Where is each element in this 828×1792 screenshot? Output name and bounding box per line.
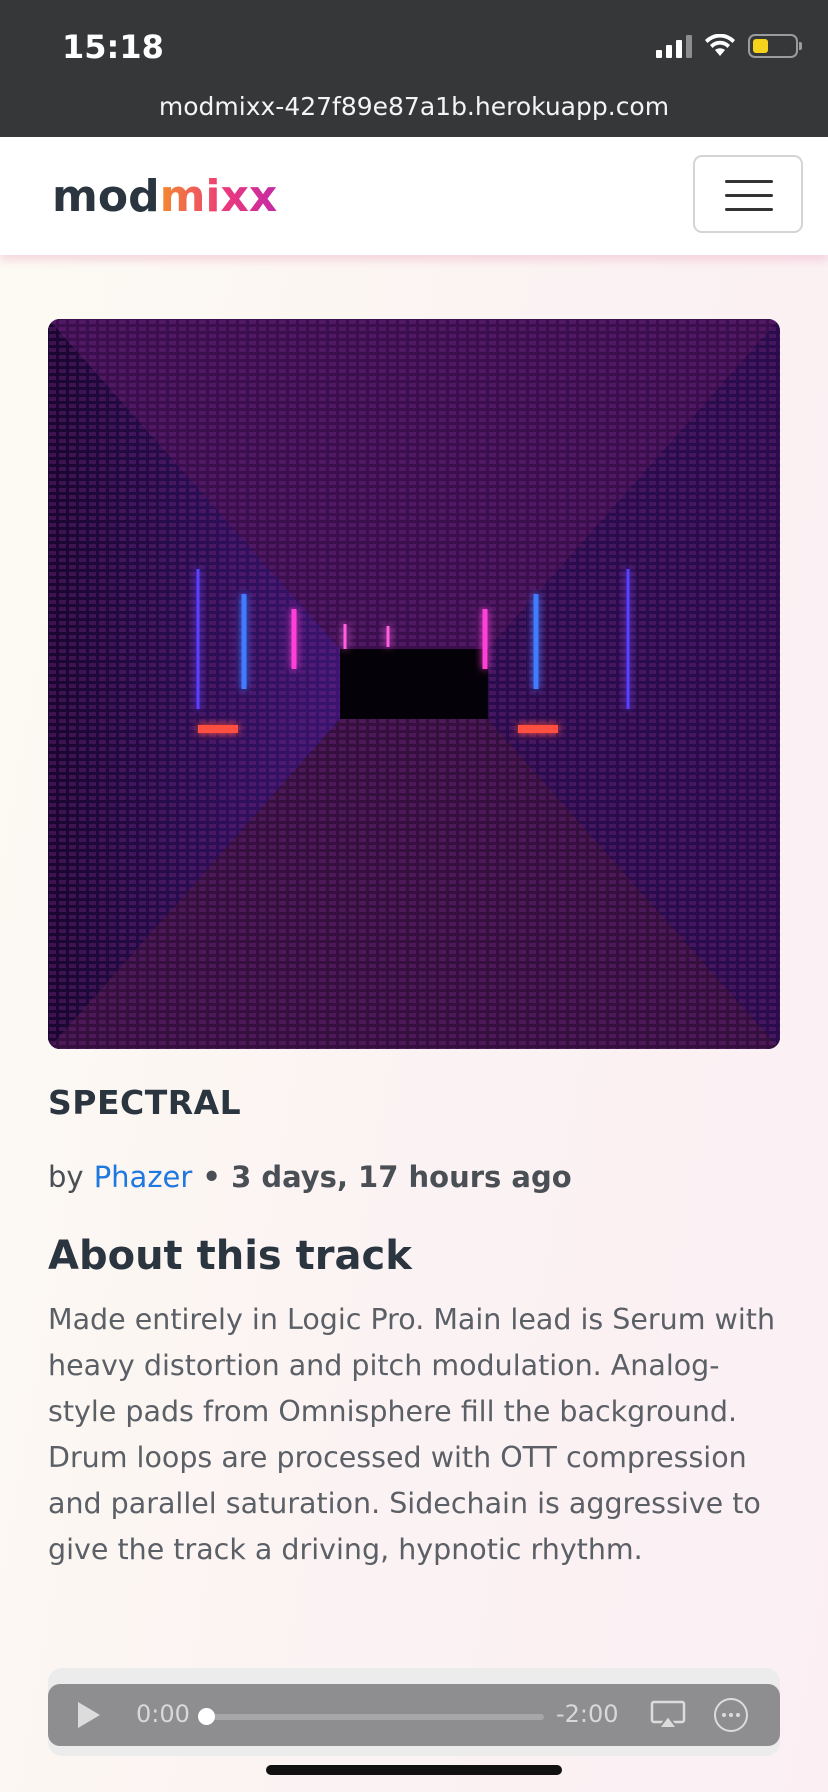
- audio-player[interactable]: 0:00 -2:00: [48, 1684, 780, 1746]
- brand-logo[interactable]: modmixx: [52, 171, 277, 222]
- play-icon[interactable]: [78, 1702, 100, 1728]
- meta-separator: •: [192, 1160, 232, 1194]
- battery-icon: [748, 34, 802, 58]
- more-icon[interactable]: [714, 1698, 748, 1732]
- home-indicator: [266, 1765, 562, 1775]
- artist-link[interactable]: Phazer: [94, 1160, 193, 1194]
- track-meta: by Phazer • 3 days, 17 hours ago: [48, 1160, 572, 1194]
- about-heading: About this track: [48, 1233, 412, 1279]
- remaining-time: -2:00: [556, 1700, 619, 1728]
- navbar: modmixx: [0, 137, 828, 255]
- track-title: SPECTRAL: [48, 1083, 242, 1122]
- track-description: Made entirely in Logic Pro. Main lead is…: [48, 1303, 776, 1566]
- wifi-icon: [705, 34, 735, 56]
- current-time: 0:00: [136, 1700, 190, 1728]
- signal-icon: [656, 34, 692, 58]
- progress-track[interactable]: [206, 1714, 544, 1720]
- by-label: by: [48, 1160, 84, 1194]
- menu-icon: [725, 180, 773, 183]
- menu-button[interactable]: [693, 155, 803, 233]
- browser-url[interactable]: modmixx-427f89e87a1b.herokuapp.com: [0, 92, 828, 121]
- status-bar: 15:18 modmixx-427f89e87a1b.herokuapp.com: [0, 0, 828, 137]
- progress-knob[interactable]: [198, 1708, 215, 1725]
- track-cover-art: [48, 319, 780, 1049]
- posted-time: 3 days, 17 hours ago: [231, 1160, 572, 1194]
- status-icons: [656, 34, 802, 58]
- airplay-icon[interactable]: [650, 1700, 686, 1730]
- status-time: 15:18: [62, 28, 164, 66]
